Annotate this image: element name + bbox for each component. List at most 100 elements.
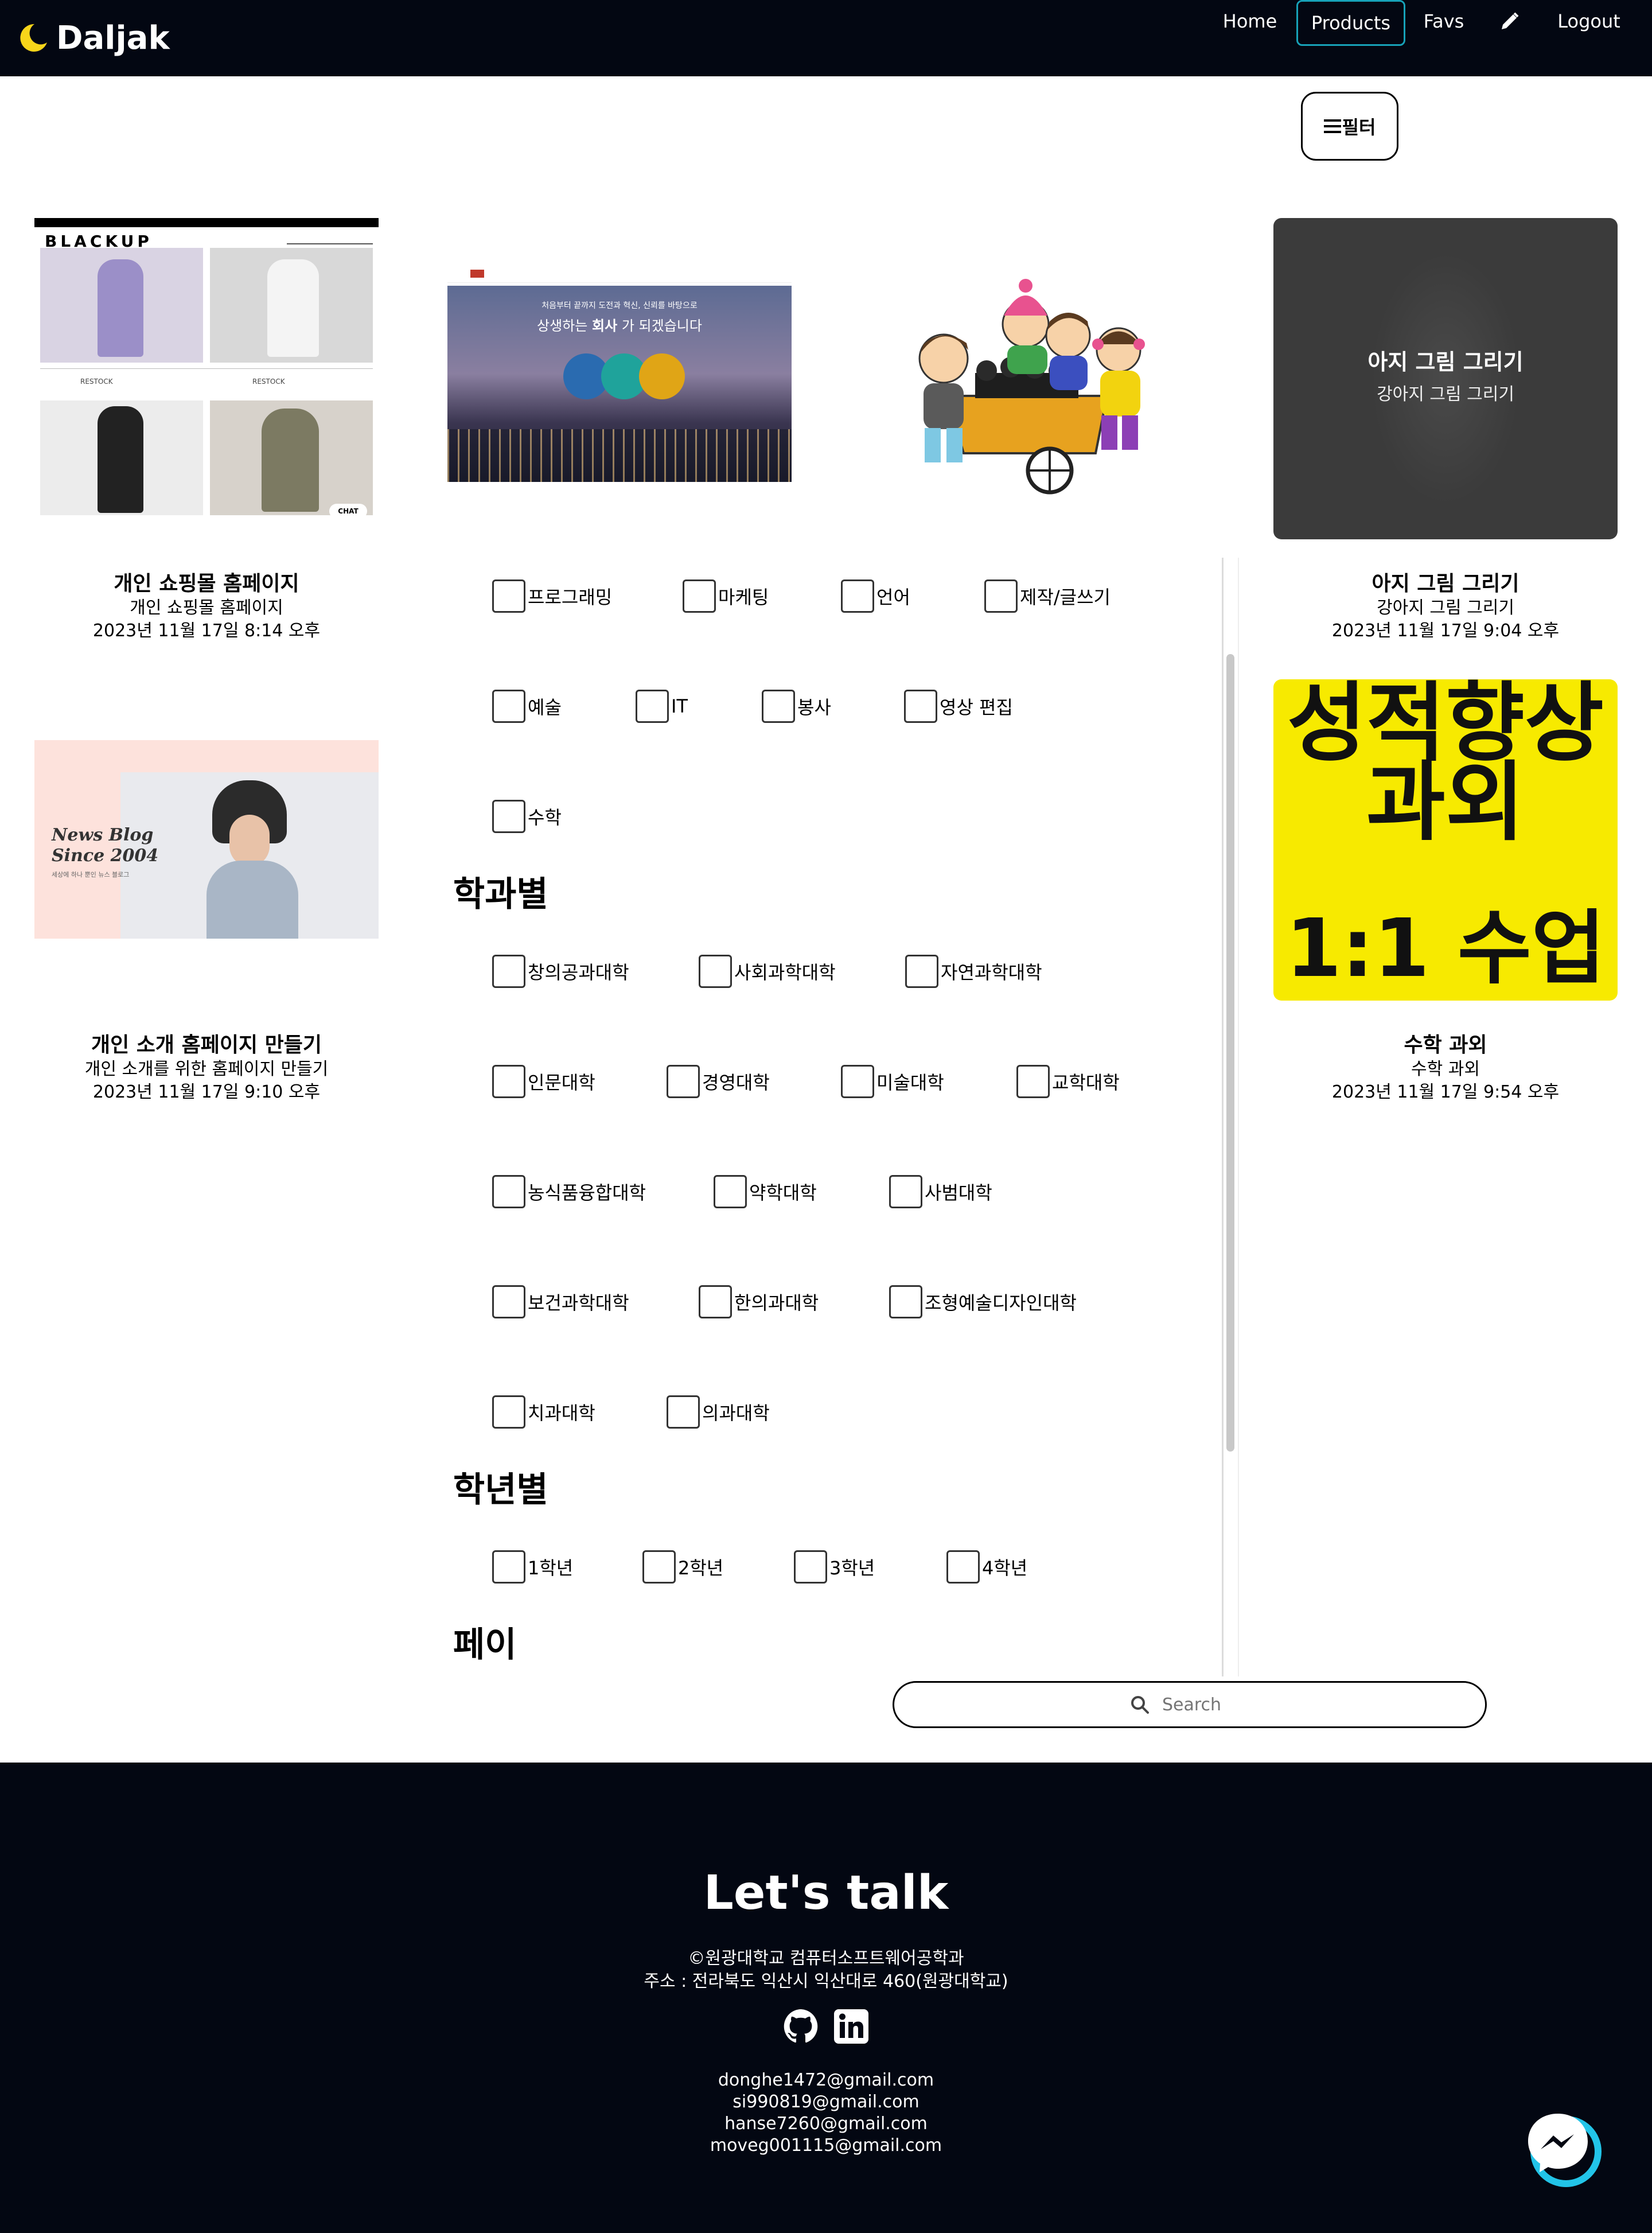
checkbox-box[interactable] [492, 690, 525, 723]
checkbox-category[interactable]: 언어 [841, 579, 910, 613]
card-date: 2023년 11월 17일 9:10 오후 [92, 1082, 321, 1102]
search-bar[interactable] [893, 1681, 1487, 1728]
checkbox-box[interactable] [905, 955, 938, 988]
card-thumbnail-blog[interactable]: News Blog Since 2004 세상에 하나 뿐인 뉴스 블로그 [34, 740, 379, 939]
checkbox-grade[interactable]: 4학년 [946, 1550, 1027, 1584]
checkbox-box[interactable] [667, 1065, 700, 1098]
checkbox-department[interactable]: 인문대학 [492, 1065, 595, 1098]
checkbox-box[interactable] [492, 1285, 525, 1318]
checkbox-category[interactable]: 봉사 [762, 690, 831, 723]
footer-title: Let's talk [703, 1866, 949, 1920]
checkbox-department[interactable]: 조형예술디자인대학 [889, 1285, 1077, 1318]
nav-products[interactable]: Products [1296, 0, 1405, 46]
checkbox-box[interactable] [492, 1065, 525, 1098]
footer-email[interactable]: donghe1472@gmail.com [0, 2070, 1652, 2090]
navbar: Daljak Home Products Favs Logout [0, 0, 1652, 76]
checkbox-box[interactable] [889, 1285, 922, 1318]
card-thumbnail-illustration[interactable] [860, 252, 1205, 505]
checkbox-box[interactable] [714, 1175, 747, 1208]
card-blog[interactable]: 개인 소개 홈페이지 만들기 개인 소개를 위한 홈페이지 만들기 2023년 … [34, 1033, 379, 1104]
scrollbar-thumb[interactable] [1226, 654, 1234, 1452]
checkbox-category[interactable]: 영상 편집 [904, 690, 1013, 723]
checkbox-category[interactable]: 수학 [492, 800, 562, 833]
checkbox-box[interactable] [699, 1285, 732, 1318]
checkbox-box[interactable] [1016, 1065, 1050, 1098]
filter-button-label: 필터 [1342, 116, 1376, 138]
messenger-icon[interactable] [1524, 2109, 1605, 2191]
filter-button[interactable]: 필터 [1301, 92, 1398, 161]
checkbox-department[interactable]: 자연과학대학 [905, 955, 1042, 988]
nav-home[interactable]: Home [1215, 0, 1285, 42]
footer-email[interactable]: hanse7260@gmail.com [0, 2114, 1652, 2134]
blog-line2: Since 2004 [52, 846, 159, 866]
card-title: 개인 소개 홈페이지 만들기 [91, 1033, 322, 1057]
checkbox-department[interactable]: 보건과학대학 [492, 1285, 629, 1318]
checkbox-box[interactable] [492, 955, 525, 988]
card-thumbnail-company[interactable]: 처음부터 끝까지 도전과 혁신, 신뢰를 바탕으로 상생하는 회사 가 되겠습니… [447, 265, 792, 484]
checkbox-box[interactable] [492, 1175, 525, 1208]
checkbox-category[interactable]: 마케팅 [683, 579, 769, 613]
github-icon[interactable] [782, 2008, 819, 2045]
card-math[interactable]: 수학 과외 수학 과외 2023년 11월 17일 9:54 오후 [1273, 1033, 1618, 1104]
checkbox-category[interactable]: 프로그래밍 [492, 579, 612, 613]
checkbox-box[interactable] [889, 1175, 922, 1208]
checkbox-department[interactable]: 한의과대학 [699, 1285, 819, 1318]
card-title: 개인 쇼핑몰 홈페이지 [114, 572, 299, 596]
checkbox-box[interactable] [699, 955, 732, 988]
checkbox-box[interactable] [492, 1395, 525, 1429]
checkbox-category[interactable]: 예술 [492, 690, 562, 723]
checkbox-box[interactable] [762, 690, 795, 723]
shop-chat-badge: CHAT [329, 504, 367, 519]
checkbox-grade[interactable]: 3학년 [794, 1550, 875, 1584]
card-thumbnail-math[interactable]: 성적향상 과외 1:1 수업 [1273, 679, 1618, 1001]
checkbox-category[interactable]: IT [636, 690, 688, 723]
filter-panel [447, 558, 1239, 1676]
checkbox-box[interactable] [667, 1395, 700, 1429]
nav-favs[interactable]: Favs [1415, 0, 1473, 42]
card-title: 아지 그림 그리기 [1372, 572, 1519, 596]
checkbox-box[interactable] [841, 579, 874, 613]
checkbox-department[interactable]: 약학대학 [714, 1175, 817, 1208]
checkbox-box[interactable] [904, 690, 937, 723]
card-thumbnail-shopping[interactable]: BLACKUP RESTOCK RESTOCK CHAT [34, 218, 379, 537]
card-shopping[interactable]: 개인 쇼핑몰 홈페이지 개인 쇼핑몰 홈페이지 2023년 11월 17일 8:… [34, 571, 379, 643]
checkbox-department[interactable]: 치과대학 [492, 1395, 595, 1429]
checkbox-box[interactable] [492, 1550, 525, 1584]
footer-email[interactable]: moveg001115@gmail.com [0, 2135, 1652, 2156]
math-line3: 1:1 수업 [1285, 902, 1606, 995]
checkbox-box[interactable] [984, 579, 1018, 613]
checkbox-box[interactable] [492, 800, 525, 833]
checkbox-box[interactable] [946, 1550, 980, 1584]
checkbox-department[interactable]: 교학대학 [1016, 1065, 1120, 1098]
nav-logout[interactable]: Logout [1549, 0, 1629, 42]
checkbox-department[interactable]: 경영대학 [667, 1065, 770, 1098]
checkbox-department[interactable]: 사회과학대학 [699, 955, 836, 988]
company-top-line: 처음부터 끝까지 도전과 혁신, 신뢰를 바탕으로 [541, 301, 698, 310]
checkbox-department[interactable]: 창의공과대학 [492, 955, 629, 988]
footer-email[interactable]: si990819@gmail.com [0, 2092, 1652, 2112]
card-date: 2023년 11월 17일 8:14 오후 [92, 621, 321, 641]
checkbox-department[interactable]: 의과대학 [667, 1395, 770, 1429]
checkbox-box[interactable] [636, 690, 669, 723]
card-puppy[interactable]: 아지 그림 그리기 강아지 그림 그리기 2023년 11월 17일 9:04 … [1273, 571, 1618, 643]
blog-line1: News Blog [52, 825, 154, 845]
brand-link[interactable]: Daljak [17, 14, 170, 62]
checkbox-department[interactable]: 미술대학 [841, 1065, 944, 1098]
checkbox-category[interactable]: 제작/글쓰기 [984, 579, 1111, 613]
card-thumbnail-puppy[interactable]: 아지 그림 그리기 강아지 그림 그리기 [1273, 218, 1618, 539]
footer: Let's talk ©원광대학교 컴퓨터소프트웨어공학과 주소 : 전라북도 … [0, 1763, 1652, 2233]
search-input[interactable] [1161, 1694, 1249, 1715]
checkbox-box[interactable] [642, 1550, 676, 1584]
panel-divider [1238, 558, 1239, 1676]
checkbox-department[interactable]: 사범대학 [889, 1175, 992, 1208]
checkbox-department[interactable]: 농식품융합대학 [492, 1175, 646, 1208]
checkbox-box[interactable] [841, 1065, 874, 1098]
card-subtitle: 강아지 그림 그리기 [1377, 598, 1514, 618]
nav-edit[interactable] [1491, 0, 1528, 42]
checkbox-box[interactable] [492, 579, 525, 613]
checkbox-grade[interactable]: 2학년 [642, 1550, 723, 1584]
checkbox-box[interactable] [683, 579, 716, 613]
linkedin-icon[interactable] [833, 2008, 870, 2045]
checkbox-box[interactable] [794, 1550, 827, 1584]
checkbox-grade[interactable]: 1학년 [492, 1550, 573, 1584]
